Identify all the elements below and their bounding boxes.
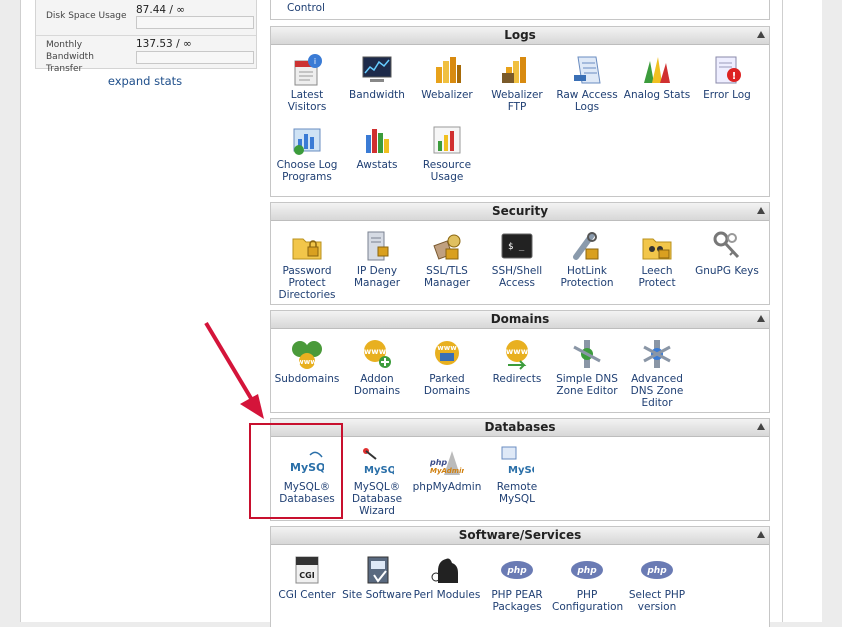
annotation-arrow xyxy=(204,321,264,419)
highlight-box xyxy=(249,423,343,519)
